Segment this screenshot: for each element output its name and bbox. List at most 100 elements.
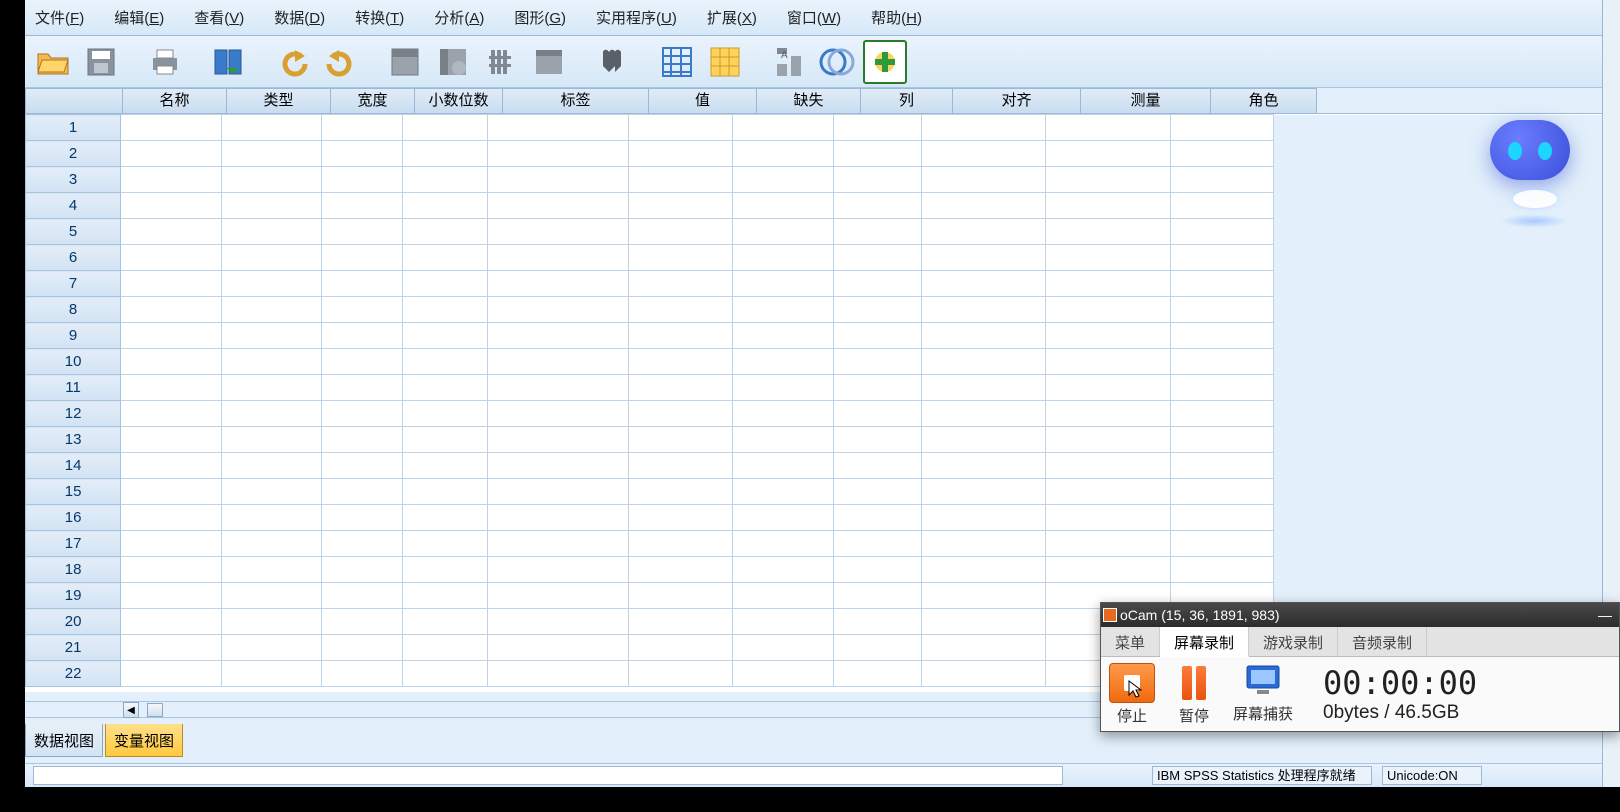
- grid-cell[interactable]: [922, 349, 1046, 375]
- assistant-robot-icon[interactable]: [1490, 120, 1580, 230]
- grid-cell[interactable]: [221, 219, 321, 245]
- grid-cell[interactable]: [833, 323, 922, 349]
- row-header[interactable]: 9: [26, 323, 121, 349]
- grid-cell[interactable]: [1045, 193, 1170, 219]
- grid-cell[interactable]: [488, 505, 629, 531]
- grid-cell[interactable]: [1045, 349, 1170, 375]
- grid-cell[interactable]: [833, 427, 922, 453]
- grid-cell[interactable]: [403, 219, 488, 245]
- grid-cell[interactable]: [922, 661, 1046, 687]
- grid-cell[interactable]: [488, 271, 629, 297]
- grid-cell[interactable]: [403, 271, 488, 297]
- recorder-pause-button[interactable]: [1182, 663, 1206, 703]
- row-header[interactable]: 22: [26, 661, 121, 687]
- row-header[interactable]: 10: [26, 349, 121, 375]
- menu-help[interactable]: 帮助(H): [863, 3, 944, 32]
- grid-cell[interactable]: [833, 557, 922, 583]
- grid-cell[interactable]: [321, 167, 402, 193]
- grid-cell[interactable]: [1045, 297, 1170, 323]
- grid-cell[interactable]: [221, 635, 321, 661]
- grid-cell[interactable]: [1171, 297, 1273, 323]
- grid-cell[interactable]: [733, 323, 833, 349]
- grid-cell[interactable]: [833, 297, 922, 323]
- grid-cell[interactable]: [488, 635, 629, 661]
- grid-cell[interactable]: [1171, 557, 1273, 583]
- grid-cell[interactable]: [121, 557, 221, 583]
- grid-cell[interactable]: [922, 271, 1046, 297]
- row-header[interactable]: 20: [26, 609, 121, 635]
- row-header[interactable]: 11: [26, 375, 121, 401]
- grid-cell[interactable]: [628, 245, 732, 271]
- grid-cell[interactable]: [403, 427, 488, 453]
- row-header[interactable]: 16: [26, 505, 121, 531]
- grid-cell[interactable]: [1045, 271, 1170, 297]
- row-header[interactable]: 14: [26, 453, 121, 479]
- split-file-button[interactable]: [655, 40, 699, 84]
- grid-cell[interactable]: [121, 323, 221, 349]
- grid-cell[interactable]: [221, 453, 321, 479]
- grid-cell[interactable]: [321, 505, 402, 531]
- grid-cell[interactable]: [403, 323, 488, 349]
- grid-cell[interactable]: [628, 271, 732, 297]
- grid-cell[interactable]: [922, 193, 1046, 219]
- grid-cell[interactable]: [1171, 271, 1273, 297]
- recorder-minimize-icon[interactable]: —: [1597, 603, 1613, 627]
- grid-cell[interactable]: [221, 271, 321, 297]
- grid-cell[interactable]: [321, 635, 402, 661]
- goto-variable-button[interactable]: [431, 40, 475, 84]
- grid-cell[interactable]: [321, 375, 402, 401]
- grid-cell[interactable]: [321, 479, 402, 505]
- grid-cell[interactable]: [221, 323, 321, 349]
- row-header[interactable]: 15: [26, 479, 121, 505]
- recorder-window[interactable]: oCam (15, 36, 1891, 983) — 菜单 屏幕录制 游戏录制 …: [1100, 602, 1620, 732]
- grid-cell[interactable]: [221, 479, 321, 505]
- grid-cell[interactable]: [321, 661, 402, 687]
- row-header[interactable]: 13: [26, 427, 121, 453]
- grid-cell[interactable]: [833, 583, 922, 609]
- grid-cell[interactable]: [221, 609, 321, 635]
- grid-cell[interactable]: [121, 453, 221, 479]
- grid-cell[interactable]: [1045, 427, 1170, 453]
- menu-graphs[interactable]: 图形(G): [506, 3, 588, 32]
- grid-cell[interactable]: [488, 297, 629, 323]
- grid-cell[interactable]: [628, 297, 732, 323]
- grid-cell[interactable]: [321, 323, 402, 349]
- grid-cell[interactable]: [628, 479, 732, 505]
- grid-cell[interactable]: [321, 557, 402, 583]
- use-sets-button[interactable]: [863, 40, 907, 84]
- grid-cell[interactable]: [733, 141, 833, 167]
- row-header[interactable]: 4: [26, 193, 121, 219]
- grid-cell[interactable]: [321, 349, 402, 375]
- grid-cell[interactable]: [1045, 245, 1170, 271]
- tab-data-view[interactable]: 数据视图: [25, 724, 103, 757]
- grid-cell[interactable]: [833, 505, 922, 531]
- grid-cell[interactable]: [321, 583, 402, 609]
- grid-cell[interactable]: [121, 531, 221, 557]
- grid-cell[interactable]: [628, 375, 732, 401]
- grid-cell[interactable]: [488, 401, 629, 427]
- grid-cell[interactable]: [1171, 245, 1273, 271]
- col-header-name[interactable]: 名称: [123, 88, 227, 114]
- row-header[interactable]: 19: [26, 583, 121, 609]
- grid-cell[interactable]: [221, 531, 321, 557]
- grid-cell[interactable]: [1171, 479, 1273, 505]
- weight-cases-button[interactable]: [703, 40, 747, 84]
- menu-extensions[interactable]: 扩展(X): [699, 3, 779, 32]
- scroll-thumb[interactable]: [147, 703, 163, 717]
- row-header[interactable]: 17: [26, 531, 121, 557]
- grid-cell[interactable]: [628, 427, 732, 453]
- grid-cell[interactable]: [121, 375, 221, 401]
- grid-cell[interactable]: [833, 193, 922, 219]
- grid-cell[interactable]: [488, 375, 629, 401]
- grid-cell[interactable]: [488, 193, 629, 219]
- grid-cell[interactable]: [1045, 375, 1170, 401]
- grid-cell[interactable]: [1171, 505, 1273, 531]
- grid-cell[interactable]: [488, 141, 629, 167]
- row-header[interactable]: 1: [26, 115, 121, 141]
- grid-cell[interactable]: [221, 297, 321, 323]
- grid-cell[interactable]: [833, 245, 922, 271]
- grid-cell[interactable]: [833, 635, 922, 661]
- grid-cell[interactable]: [403, 557, 488, 583]
- row-header[interactable]: 6: [26, 245, 121, 271]
- grid-cell[interactable]: [121, 219, 221, 245]
